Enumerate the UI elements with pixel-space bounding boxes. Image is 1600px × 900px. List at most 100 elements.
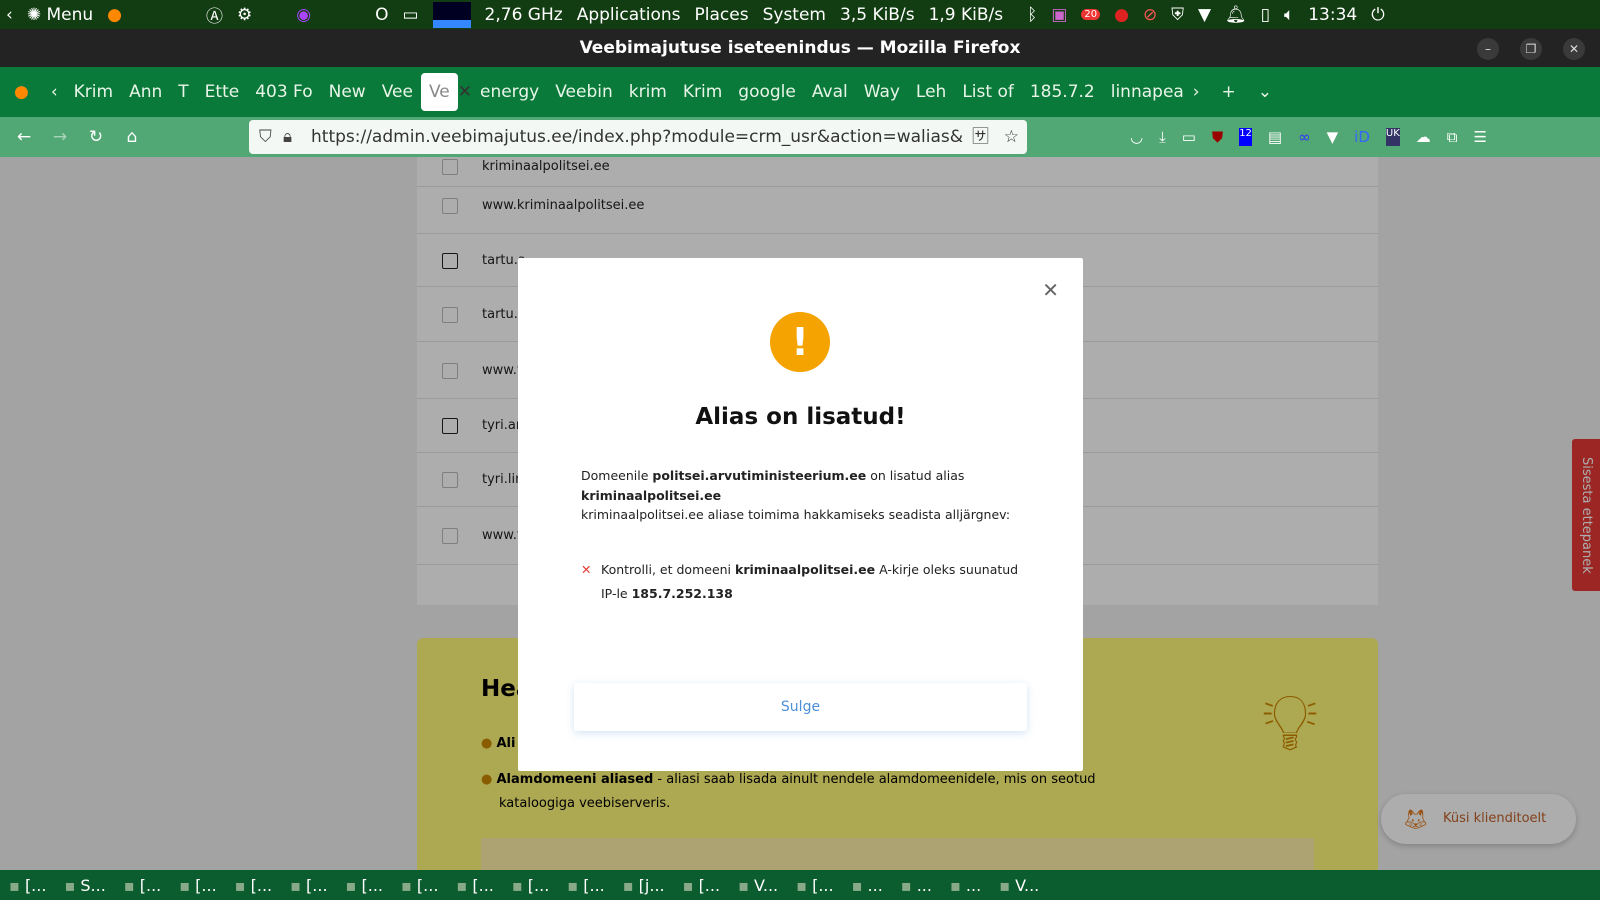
panel-left-arrow[interactable]: ‹ — [6, 5, 13, 25]
taskbar-window-button[interactable]: ▪ [... — [401, 876, 438, 895]
tab[interactable]: New — [321, 73, 374, 111]
vtr-icon[interactable]: ▤ — [1268, 128, 1282, 146]
opera-icon[interactable]: O — [375, 5, 388, 25]
power-icon[interactable]: ⏻ — [1371, 5, 1384, 25]
ublock-icon[interactable]: ⛊ — [1212, 128, 1223, 146]
tab[interactable]: Ann — [121, 73, 170, 111]
list-all-tabs-button[interactable]: ⌄ — [1250, 73, 1280, 111]
taskbar-window-button[interactable]: ▪ V... — [999, 876, 1039, 895]
bell-icon[interactable]: 🔔︎ — [1225, 5, 1247, 25]
uk-extension-icon[interactable]: UK — [1385, 128, 1400, 146]
app-menu-icon[interactable]: ☰ — [1473, 128, 1486, 146]
taskbar-window-button[interactable]: ▪ [... — [179, 876, 216, 895]
block-icon[interactable]: ⊘ — [1143, 5, 1157, 25]
lock-icon[interactable]: 🔒︎ — [283, 120, 292, 154]
new-tab-button[interactable]: + — [1208, 73, 1250, 111]
clock[interactable]: 13:34 — [1308, 5, 1357, 25]
taskbar-window-button[interactable]: ▪ [... — [567, 876, 604, 895]
taskbar-window-button[interactable]: ▪ [... — [346, 876, 383, 895]
app-icon: ▪ — [9, 875, 25, 895]
firefox-view-button[interactable]: ● — [0, 73, 43, 111]
taskbar-window-button[interactable]: ▪ [... — [235, 876, 272, 895]
audio-app-icon[interactable]: ▣ — [1051, 5, 1067, 25]
menu-button[interactable]: ✺ Menu — [27, 5, 93, 25]
settings-icon[interactable]: ⚙ — [237, 5, 252, 25]
taskbar-label: [... — [306, 875, 328, 895]
taskbar-window-button[interactable]: ▪ ... — [901, 876, 932, 895]
id-icon[interactable]: iD — [1354, 128, 1370, 146]
volume-icon[interactable]: 🔈︎ — [1284, 5, 1294, 25]
taskbar-window-button[interactable]: ▪ V... — [738, 876, 778, 895]
tab[interactable]: Way — [856, 73, 908, 111]
tab-active[interactable]: Ve — [420, 73, 458, 111]
taskbar-window-button[interactable]: ▪ ... — [852, 876, 883, 895]
tab[interactable]: T — [170, 73, 196, 111]
tab[interactable]: 403 Fo — [247, 73, 320, 111]
tabs-scroll-left[interactable]: ‹ — [43, 73, 66, 111]
shield-icon[interactable]: ⛨ — [1171, 5, 1184, 25]
battery-icon[interactable]: ▯ — [1261, 5, 1270, 25]
forward-icon[interactable]: → — [42, 127, 78, 147]
system-menu[interactable]: System — [763, 5, 826, 25]
close-icon[interactable]: ✕ — [1042, 278, 1059, 302]
taskbar-window-button[interactable]: ▪ [j... — [623, 876, 665, 895]
taskbar-window-button[interactable]: ▪ [... — [9, 876, 46, 895]
tab[interactable]: energy — [472, 73, 547, 111]
tab[interactable]: Leh — [908, 73, 954, 111]
extension-12-icon[interactable]: 12 — [1239, 128, 1252, 146]
shield-icon[interactable]: ⛉ — [259, 120, 272, 154]
filter-icon[interactable]: ▼ — [1327, 128, 1339, 146]
terminal-icon[interactable]: ▭ — [402, 5, 418, 25]
taskbar-window-button[interactable]: ▪ [... — [456, 876, 493, 895]
record-icon[interactable]: ● — [1114, 5, 1129, 25]
tab[interactable]: Krim — [675, 73, 730, 111]
tab[interactable]: List of — [954, 73, 1022, 111]
close-tab-icon[interactable]: ✕ — [458, 82, 472, 102]
reload-icon[interactable]: ↻ — [78, 127, 114, 147]
error-x-icon: ✕ — [581, 562, 592, 577]
back-icon[interactable]: ← — [6, 127, 42, 147]
taskbar-label: [... — [250, 875, 273, 895]
tab[interactable]: Aval — [804, 73, 856, 111]
notification-badge[interactable]: 20 — [1081, 9, 1101, 20]
taskbar-window-button[interactable]: ▪ [... — [683, 876, 720, 895]
cloud-icon[interactable]: ☁ — [1416, 128, 1431, 146]
extensions-icon[interactable]: ⧉ — [1447, 128, 1458, 146]
bookmark-star-icon[interactable]: ☆ — [1004, 120, 1019, 154]
taskbar-window-button[interactable]: ▪ [... — [124, 876, 161, 895]
app-icon: ▪ — [567, 875, 584, 895]
taskbar-window-button[interactable]: ▪ [... — [290, 876, 327, 895]
maximize-button[interactable]: ❐ — [1520, 38, 1542, 60]
taskbar-window-button[interactable]: ▪ [... — [512, 876, 549, 895]
accessibility-icon[interactable]: Ⓐ — [206, 2, 223, 27]
home-icon[interactable]: ⌂ — [114, 127, 150, 147]
url-bar[interactable]: ⛉ 🔒︎ https://admin.veebimajutus.ee/index… — [249, 120, 1027, 154]
taskbar-window-button[interactable]: ▪ ... — [950, 876, 981, 895]
downloads-icon[interactable]: ⤓ — [1159, 128, 1166, 146]
tor-icon[interactable]: ◉ — [296, 5, 311, 25]
tab[interactable]: 185.7.2 — [1022, 73, 1103, 111]
tab[interactable]: Ette — [197, 73, 248, 111]
places-menu[interactable]: Places — [695, 5, 749, 25]
applications-menu[interactable]: Applications — [577, 5, 681, 25]
tab[interactable]: Vee — [374, 73, 421, 111]
tab[interactable]: Veebin — [547, 73, 621, 111]
close-button[interactable]: Sulge — [574, 683, 1027, 731]
bluetooth-icon[interactable]: ᛒ — [1027, 5, 1037, 25]
notes-icon[interactable]: ▭ — [1182, 128, 1196, 146]
translate-icon[interactable]: 🈂︎ — [968, 120, 993, 154]
tab[interactable]: krim — [621, 73, 675, 111]
taskbar-window-button[interactable]: ▪ [... — [796, 876, 833, 895]
taskbar-window-button[interactable]: ▪ S... — [64, 876, 105, 895]
close-window-button[interactable]: ✕ — [1563, 38, 1585, 60]
firefox-launcher-icon[interactable]: ● — [107, 5, 122, 25]
wifi-icon[interactable]: ▼ — [1198, 5, 1211, 25]
pocket-icon[interactable]: ◡ — [1130, 128, 1143, 146]
tabs-scroll-right[interactable]: › — [1185, 73, 1208, 111]
tab[interactable]: Krim — [66, 73, 121, 111]
url-text[interactable]: https://admin.veebimajutus.ee/index.php?… — [311, 127, 963, 147]
link-icon[interactable]: ∞ — [1298, 128, 1311, 146]
tab[interactable]: google — [730, 73, 804, 111]
minimize-button[interactable]: – — [1477, 38, 1499, 60]
tab[interactable]: linnapea — [1103, 73, 1185, 111]
